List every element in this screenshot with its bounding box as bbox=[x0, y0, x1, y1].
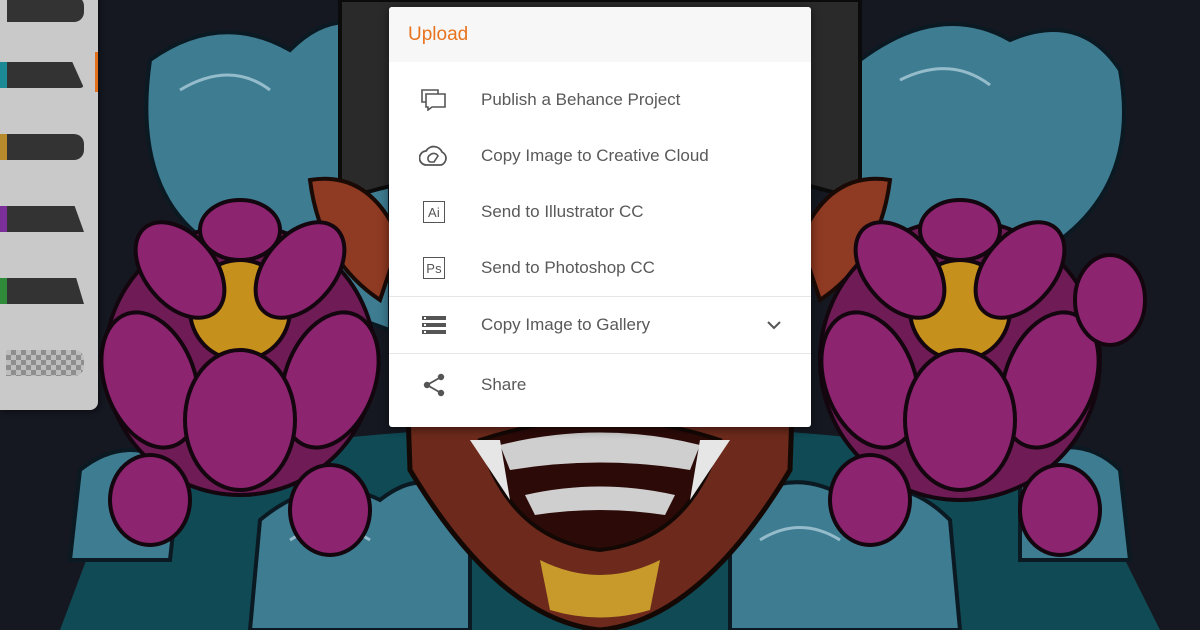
behance-comment-icon bbox=[419, 85, 449, 115]
menu-item-label: Publish a Behance Project bbox=[481, 90, 681, 109]
creative-cloud-icon bbox=[419, 141, 449, 171]
menu-item-label: Copy Image to Creative Cloud bbox=[481, 146, 709, 165]
menu-item-send-illustrator[interactable]: Ai Send to Illustrator CC bbox=[389, 184, 811, 240]
brush-tool-1[interactable] bbox=[0, 0, 86, 22]
brush-tool-5[interactable] bbox=[0, 278, 86, 304]
menu-item-label: Send to Illustrator CC bbox=[481, 202, 644, 221]
illustrator-icon-text: Ai bbox=[423, 201, 445, 223]
brush-tool-3[interactable] bbox=[0, 134, 86, 160]
menu-item-label: Copy Image to Gallery bbox=[481, 315, 651, 334]
brush-tool-2[interactable] bbox=[0, 62, 86, 88]
menu-item-publish-behance[interactable]: Publish a Behance Project bbox=[389, 72, 811, 128]
gallery-list-icon bbox=[419, 310, 449, 340]
upload-menu: Publish a Behance Project Copy Image to … bbox=[389, 62, 811, 416]
eraser-tool[interactable] bbox=[0, 350, 86, 376]
menu-item-share[interactable]: Share bbox=[389, 353, 811, 416]
menu-item-copy-gallery[interactable]: Copy Image to Gallery bbox=[389, 296, 811, 353]
share-icon bbox=[419, 370, 449, 400]
menu-item-label: Send to Photoshop CC bbox=[481, 258, 655, 277]
brush-panel bbox=[0, 0, 98, 410]
menu-item-send-photoshop[interactable]: Ps Send to Photoshop CC bbox=[389, 240, 811, 296]
illustrator-icon: Ai bbox=[419, 197, 449, 227]
dialog-title: Upload bbox=[408, 23, 469, 45]
brush-tool-4[interactable] bbox=[0, 206, 86, 232]
menu-item-label: Share bbox=[481, 375, 527, 394]
photoshop-icon-text: Ps bbox=[423, 257, 445, 279]
selected-brush-indicator bbox=[95, 52, 98, 92]
menu-item-copy-creative-cloud[interactable]: Copy Image to Creative Cloud bbox=[389, 128, 811, 184]
dialog-header: Upload bbox=[389, 7, 811, 62]
chevron-down-icon[interactable] bbox=[765, 316, 783, 334]
photoshop-icon: Ps bbox=[419, 253, 449, 283]
upload-dialog: Upload Publish a Behance Project Copy Im… bbox=[389, 7, 811, 427]
